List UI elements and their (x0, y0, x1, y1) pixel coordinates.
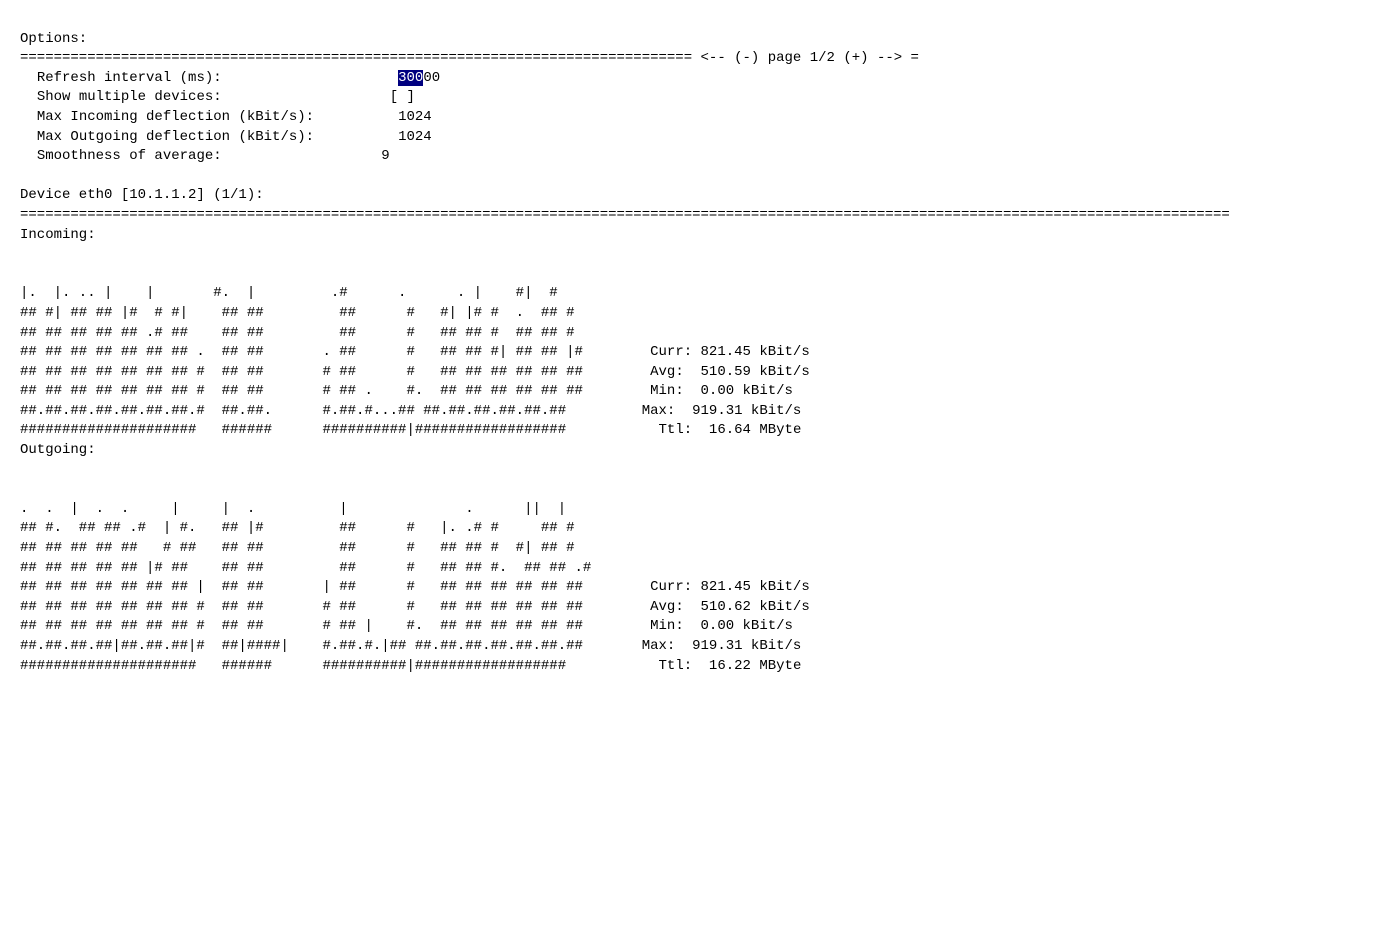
outgoing-max: Max: 919.31 kBit/s (642, 638, 802, 654)
max-outgoing-label: Max Outgoing deflection (kBit/s): (37, 129, 314, 145)
incoming-avg: Avg: 510.59 kBit/s (650, 364, 810, 380)
show-multiple-value[interactable]: [ ] (390, 89, 415, 105)
outgoing-ttl: Ttl: 16.22 MByte (659, 658, 802, 674)
outgoing-curr: Curr: 821.45 kBit/s (650, 579, 810, 595)
show-multiple-label: Show multiple devices: (37, 89, 222, 105)
options-header: Options: (20, 31, 87, 47)
refresh-label: Refresh interval (ms): (37, 70, 222, 86)
max-incoming-value[interactable]: 1024 (398, 109, 432, 125)
incoming-curr: Curr: 821.45 kBit/s (650, 344, 810, 360)
separator-2: ========================================… (20, 207, 1230, 223)
separator-1-full: ========================================… (20, 50, 692, 66)
outgoing-graph: . . | . . | | . | . || | ## #. ## ## .# … (20, 501, 810, 674)
outgoing-label: Outgoing: (20, 442, 96, 458)
device-header: Device eth0 [10.1.1.2] (1/1): (20, 187, 264, 203)
refresh-value-highlight: 300 (398, 70, 423, 86)
outgoing-avg: Avg: 510.62 kBit/s (650, 599, 810, 615)
incoming-max: Max: 919.31 kBit/s (642, 403, 802, 419)
refresh-value[interactable]: 300 (398, 70, 423, 86)
outgoing-min: Min: 0.00 kBit/s (650, 618, 793, 634)
incoming-ttl: Ttl: 16.64 MByte (659, 422, 802, 438)
smoothness-label: Smoothness of average: (37, 148, 222, 164)
incoming-min: Min: 0.00 kBit/s (650, 383, 793, 399)
terminal-output: Options: ===============================… (20, 10, 1362, 676)
incoming-label: Incoming: (20, 227, 96, 243)
max-incoming-label: Max Incoming deflection (kBit/s): (37, 109, 314, 125)
incoming-graph: |. |. .. | | #. | .# . . | #| # ## #| ##… (20, 285, 810, 438)
smoothness-value[interactable]: 9 (381, 148, 389, 164)
max-outgoing-value[interactable]: 1024 (398, 129, 432, 145)
page-indicator: <-- (-) page 1/2 (+) --> = (701, 50, 919, 66)
